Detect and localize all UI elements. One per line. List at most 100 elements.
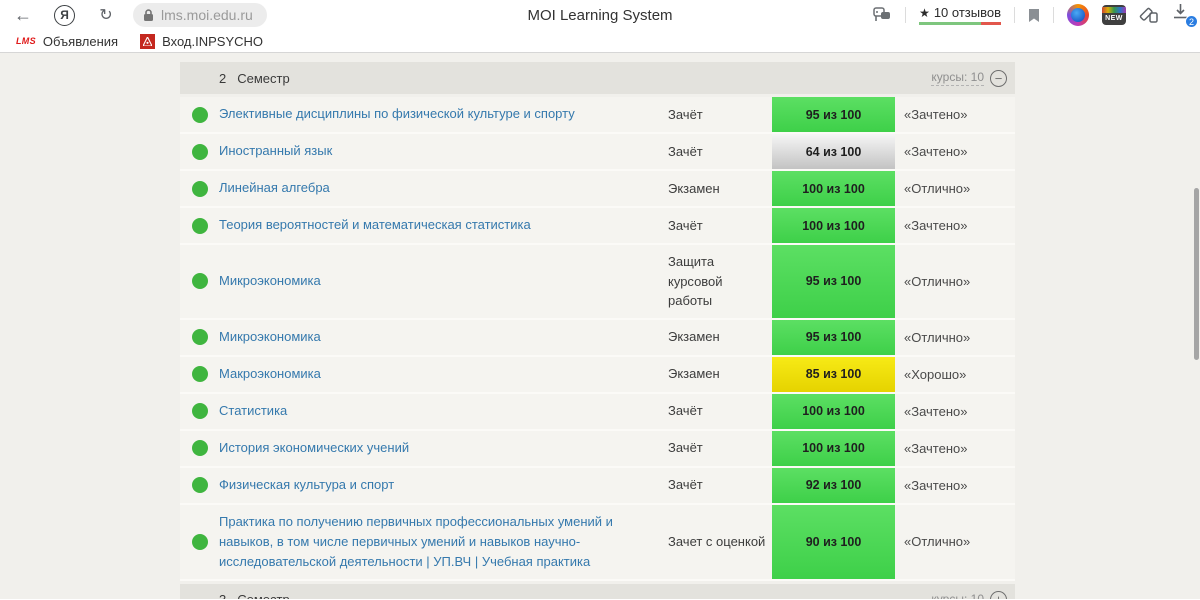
grade-text: «Зачтено»: [904, 144, 968, 159]
inpsycho-favicon: [140, 33, 156, 49]
rating-positive-segment: [919, 22, 981, 25]
bookmark-icon[interactable]: [1028, 8, 1040, 23]
url-text: lms.moi.edu.ru: [161, 7, 253, 23]
grade-text: «Зачтено»: [904, 440, 968, 456]
status-dot-icon: [191, 180, 208, 197]
assessment-type: Экзамен: [668, 329, 720, 345]
grade-text: «Хорошо»: [904, 366, 967, 382]
semester-number: 3: [180, 592, 226, 599]
score-badge: 100 из 100: [772, 393, 895, 429]
downloads-icon[interactable]: 2: [1172, 3, 1198, 28]
grade-text: «Зачтено»: [904, 477, 968, 493]
reviews-label: 10 отзывов: [933, 5, 1001, 20]
assessment-type: Зачёт: [668, 143, 703, 159]
assessment-type: Зачёт: [668, 477, 703, 493]
reviews-rating-bar: [919, 22, 1001, 25]
grade-text: «Отлично»: [904, 181, 971, 196]
status-dot-cell: [180, 431, 219, 466]
course-link[interactable]: Элективные дисциплины по физической куль…: [219, 104, 575, 124]
course-row: Микроэкономика Защита курсовой работы 95…: [180, 245, 1015, 320]
score-badge: 100 из 100: [772, 171, 895, 206]
course-link[interactable]: Статистика: [219, 401, 287, 421]
site-reviews[interactable]: ★ 10 отзывов: [919, 5, 1001, 25]
status-dot-cell: [180, 320, 219, 355]
course-link[interactable]: Микроэкономика: [219, 271, 321, 291]
bookmark-label: Объявления: [42, 33, 119, 49]
status-dot-icon: [191, 273, 208, 290]
courses-count-link[interactable]: курсы: 10: [931, 70, 984, 86]
download-count-badge: 2: [1185, 15, 1198, 28]
status-dot-icon: [191, 217, 208, 234]
semester-label: Семестр: [226, 592, 289, 599]
status-dot-cell: [180, 171, 219, 206]
site-permissions-icon[interactable]: [873, 7, 892, 23]
assessment-type: Зачёт: [668, 440, 703, 456]
divider: [1014, 7, 1015, 23]
confetti-strip: [1102, 7, 1126, 13]
lock-icon: [143, 8, 154, 22]
status-dot-icon: [191, 366, 208, 382]
grades-table: 2 Семестр курсы: 10 − Элективные дисципл…: [180, 62, 1015, 599]
assessment-type: Зачёт: [668, 217, 703, 233]
score-badge: 85 из 100: [772, 356, 895, 392]
lms-page: 2 Семестр курсы: 10 − Элективные дисципл…: [0, 53, 1200, 599]
grade-text: «Зачтено»: [904, 107, 968, 122]
status-dot-icon: [191, 143, 208, 160]
course-link[interactable]: Теория вероятностей и математическая ста…: [219, 215, 531, 235]
browser-toolbar: ← Я ↻ lms.moi.edu.ru MOI Learning System…: [0, 0, 1200, 30]
grade-text: «Отлично»: [904, 534, 971, 550]
course-link[interactable]: Практика по получению первичных професси…: [219, 512, 638, 572]
score-badge: 100 из 100: [772, 208, 895, 243]
course-row: Макроэкономика Экзамен 85 из 100 «Хорошо…: [180, 356, 1015, 394]
refresh-icon[interactable]: ↻: [95, 5, 117, 25]
course-row: Теория вероятностей и математическая ста…: [180, 208, 1015, 245]
bookmark-label: Вход.INPSYCHO: [162, 33, 264, 49]
grade-text: «Отлично»: [904, 273, 971, 289]
bookmarks-bar: LMS Объявления Вход.INPSYCHO: [0, 30, 1200, 53]
assessment-type: Зачёт: [668, 106, 703, 122]
yandex-browser-icon[interactable]: Я: [54, 4, 75, 26]
status-dot-cell: [180, 505, 219, 579]
grade-text: «Зачтено»: [904, 403, 968, 419]
status-dot-cell: [180, 134, 219, 169]
expand-semester-icon[interactable]: +: [990, 591, 1007, 599]
grade-text: «Зачтено»: [904, 218, 968, 233]
course-link[interactable]: Линейная алгебра: [219, 178, 330, 198]
score-badge: 95 из 100: [772, 245, 895, 318]
page-scrollbar-thumb[interactable]: [1194, 188, 1199, 360]
course-link[interactable]: История экономических учений: [219, 438, 409, 458]
semester-2-header: 2 Семестр курсы: 10 −: [180, 62, 1015, 94]
star-icon: ★: [919, 5, 930, 20]
toolbar-right: ★ 10 отзывов NEW 2: [873, 0, 1198, 30]
status-dot-cell: [180, 357, 219, 392]
course-link[interactable]: Физическая культура и спорт: [219, 475, 394, 495]
address-bar[interactable]: lms.moi.edu.ru: [133, 3, 267, 27]
semester-label: Семестр: [237, 70, 290, 86]
score-badge: 95 из 100: [772, 97, 895, 132]
lms-favicon: LMS: [16, 36, 36, 46]
status-dot-cell: [180, 97, 219, 132]
extension-browser-icon[interactable]: [1067, 4, 1089, 26]
score-badge: 100 из 100: [772, 430, 895, 466]
courses-count-link[interactable]: курсы: 10: [931, 592, 984, 599]
status-dot-cell: [180, 245, 219, 318]
grade-text: «Отлично»: [904, 329, 971, 345]
extension-new-icon[interactable]: NEW: [1102, 5, 1126, 25]
collections-tag-icon[interactable]: [1139, 7, 1159, 24]
rating-negative-segment: [980, 22, 1001, 25]
back-button[interactable]: ←: [12, 5, 34, 26]
assessment-type: Защита курсовой работы: [668, 254, 723, 308]
course-link[interactable]: Иностранный язык: [219, 141, 332, 161]
status-dot-icon: [191, 477, 208, 493]
assessment-type: Экзамен: [668, 180, 720, 196]
assessment-type: Экзамен: [668, 366, 720, 382]
course-link[interactable]: Макроэкономика: [219, 364, 321, 384]
status-dot-icon: [191, 403, 208, 419]
bookmark-inpsycho-login[interactable]: Вход.INPSYCHO: [134, 33, 269, 49]
divider: [905, 7, 907, 23]
course-link[interactable]: Микроэкономика: [219, 327, 321, 347]
collapse-semester-icon[interactable]: −: [990, 69, 1007, 87]
course-row: Микроэкономика Экзамен 95 из 100 «Отличн…: [180, 319, 1015, 357]
bookmark-announcements[interactable]: LMS Объявления: [10, 34, 124, 49]
score-badge: 95 из 100: [772, 319, 895, 355]
